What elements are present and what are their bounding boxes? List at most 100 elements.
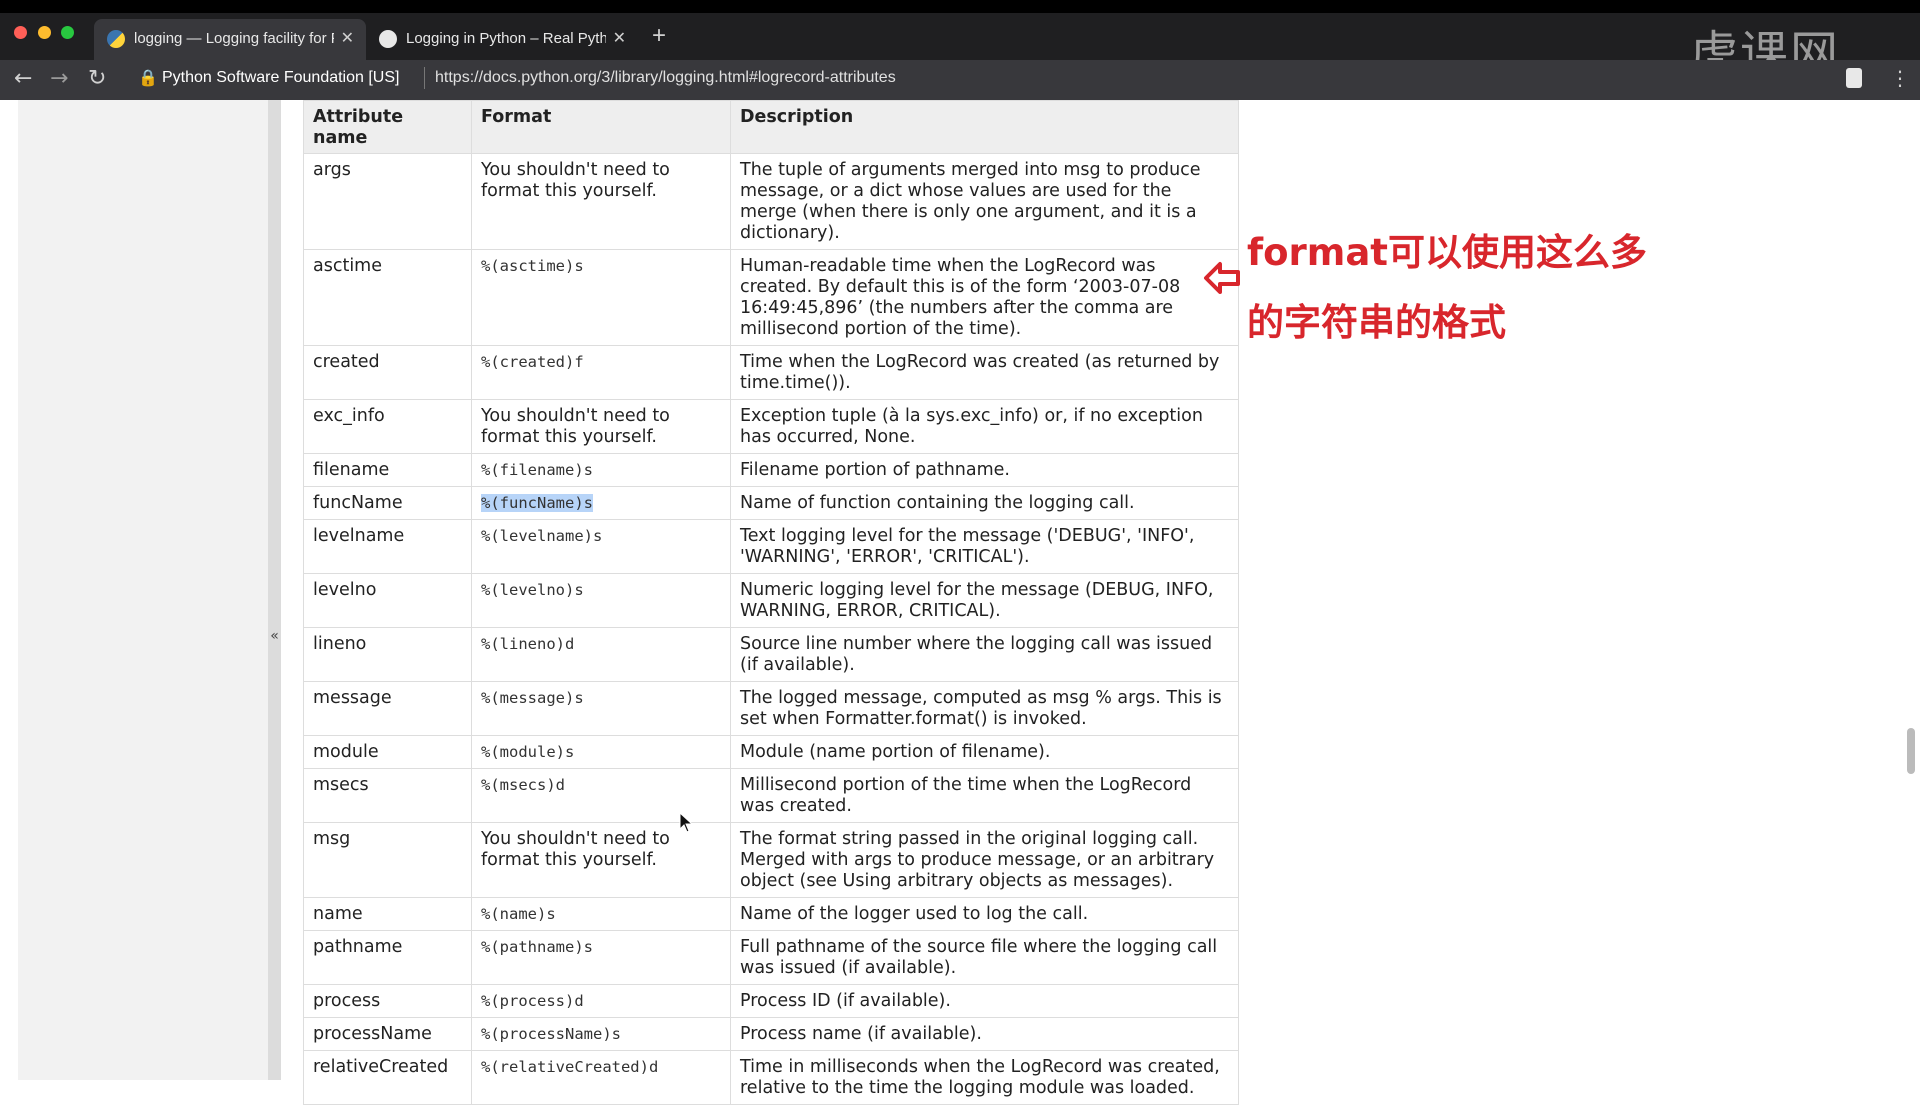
description-cell: The format string passed in the original… (730, 822, 1239, 898)
table-row: name %(name)s Name of the logger used to l… (303, 897, 1239, 931)
format-cell: %(filename)s (471, 453, 731, 487)
description-cell: The tuple of arguments merged into msg t… (730, 153, 1239, 250)
format-code: %(msecs)d (481, 776, 565, 794)
table-row: pathname %(pathname)s Full pathname of the… (303, 930, 1239, 985)
table-row: levelname %(levelname)s Text logging level… (303, 519, 1239, 574)
format-cell: %(funcName)s (471, 486, 731, 520)
new-tab-button[interactable]: + (652, 22, 666, 50)
minimize-window-button[interactable] (38, 26, 51, 39)
description-cell: Full pathname of the source file where t… (730, 930, 1239, 985)
format-cell: %(processName)s (471, 1017, 731, 1051)
table-row: message %(message)s The logged message, co… (303, 681, 1239, 736)
format-code: %(lineno)d (481, 635, 575, 653)
table-row: lineno %(lineno)d Source line number where… (303, 627, 1239, 682)
maximize-window-button[interactable] (61, 26, 74, 39)
description-cell: The logged message, computed as msg % ar… (730, 681, 1239, 736)
attribute-name-cell: module (303, 735, 472, 769)
table-body: args You shouldn't need to format this yo… (303, 153, 1239, 1105)
description-cell: Module (name portion of filename). (730, 735, 1239, 769)
tab-logging-docs[interactable]: logging — Logging facility for P ✕ (94, 19, 366, 60)
annotation-line: format可以使用这么多 (1247, 231, 1647, 274)
format-cell: You shouldn't need to format this yourse… (471, 399, 731, 454)
close-window-button[interactable] (14, 26, 27, 39)
table-row: asctime %(asctime)s Human-readable time wh… (303, 249, 1239, 346)
table-row: relativeCreated %(relativeCreated)d Time i… (303, 1050, 1239, 1105)
attribute-name-cell: name (303, 897, 472, 931)
reload-icon[interactable]: ↻ (88, 66, 106, 91)
attribute-name-cell: relativeCreated (303, 1050, 472, 1105)
logrecord-attributes-table-wrap: Attribute name Format Description args Yo… (303, 100, 1239, 1105)
description-cell: Text logging level for the message ('DEB… (730, 519, 1239, 574)
format-code: %(levelno)s (481, 581, 584, 599)
table-row: msecs %(msecs)d Millisecond portion of the… (303, 768, 1239, 823)
format-cell: %(name)s (471, 897, 731, 931)
format-code: %(message)s (481, 689, 584, 707)
left-arrow-icon (1204, 262, 1240, 294)
attribute-name-cell: asctime (303, 249, 472, 346)
attribute-name-cell: created (303, 345, 472, 400)
tab-real-python[interactable]: Logging in Python – Real Pytho ✕ (366, 19, 638, 60)
attribute-name-cell: pathname (303, 930, 472, 985)
screen-top-bar (0, 0, 1920, 13)
sidebar-collapse-bar[interactable] (268, 100, 281, 1080)
tab-title: Logging in Python – Real Pytho (406, 30, 606, 47)
format-code: %(created)f (481, 353, 584, 371)
extension-icon[interactable] (1846, 68, 1862, 88)
description-cell: Time when the LogRecord was created (as … (730, 345, 1239, 400)
format-cell: %(lineno)d (471, 627, 731, 682)
format-cell: %(relativeCreated)d (471, 1050, 731, 1105)
format-cell: %(message)s (471, 681, 731, 736)
table-row: created %(created)f Time when the LogRecor… (303, 345, 1239, 400)
attribute-name-cell: process (303, 984, 472, 1018)
description-cell: Filename portion of pathname. (730, 453, 1239, 487)
mouse-cursor-icon (679, 812, 693, 833)
format-cell: You shouldn't need to format this yourse… (471, 153, 731, 250)
attribute-name-cell: args (303, 153, 472, 250)
close-tab-icon[interactable]: ✕ (613, 28, 626, 48)
url-separator (424, 67, 425, 89)
attribute-name-cell: lineno (303, 627, 472, 682)
docs-sidebar (18, 100, 268, 1080)
close-tab-icon[interactable]: ✕ (341, 28, 354, 48)
scrollbar-thumb[interactable] (1907, 728, 1915, 774)
attribute-name-cell: funcName (303, 486, 472, 520)
format-cell: %(process)d (471, 984, 731, 1018)
table-row: filename %(filename)s Filename portion of … (303, 453, 1239, 487)
browser-menu-icon[interactable]: ⋮ (1890, 66, 1910, 90)
format-cell: %(levelno)s (471, 573, 731, 628)
format-cell: %(module)s (471, 735, 731, 769)
url-field[interactable]: https://docs.python.org/3/library/loggin… (435, 69, 896, 87)
table-row: module %(module)s Module (name portion of … (303, 735, 1239, 769)
python-icon (107, 30, 125, 48)
collapse-sidebar-icon[interactable]: « (268, 628, 281, 644)
tab-title: logging — Logging facility for P (134, 30, 334, 47)
format-code: %(funcName)s (481, 494, 593, 512)
description-cell: Millisecond portion of the time when the… (730, 768, 1239, 823)
back-arrow-icon[interactable]: ← (14, 66, 32, 91)
format-code: %(processName)s (481, 1025, 621, 1043)
attribute-name-cell: exc_info (303, 399, 472, 454)
site-identity[interactable]: Python Software Foundation [US] (162, 69, 399, 87)
description-cell: Name of function containing the logging … (730, 486, 1239, 520)
table-row: msg You shouldn't need to format this you… (303, 822, 1239, 898)
format-cell: %(levelname)s (471, 519, 731, 574)
attribute-name-cell: filename (303, 453, 472, 487)
logrecord-attributes-table: Attribute name Format Description args Yo… (303, 100, 1239, 1105)
address-bar: ← → ↻ 🔒 Python Software Foundation [US] … (0, 60, 1920, 100)
annotation-line: 的字符串的格式 (1247, 301, 1506, 344)
attribute-name-cell: msg (303, 822, 472, 898)
attribute-name-cell: levelno (303, 573, 472, 628)
table-row: funcName %(funcName)s Name of function con… (303, 486, 1239, 520)
column-header: Description (730, 100, 1239, 154)
format-code: %(process)d (481, 992, 584, 1010)
format-code: %(name)s (481, 905, 556, 923)
format-code: %(filename)s (481, 461, 593, 479)
lock-icon[interactable]: 🔒 (138, 68, 158, 87)
description-cell: Exception tuple (à la sys.exc_info) or, … (730, 399, 1239, 454)
description-cell: Process ID (if available). (730, 984, 1239, 1018)
table-row: processName %(processName)s Process name (… (303, 1017, 1239, 1051)
table-row: args You shouldn't need to format this yo… (303, 153, 1239, 250)
description-cell: Source line number where the logging cal… (730, 627, 1239, 682)
forward-arrow-icon[interactable]: → (50, 66, 68, 91)
attribute-name-cell: processName (303, 1017, 472, 1051)
